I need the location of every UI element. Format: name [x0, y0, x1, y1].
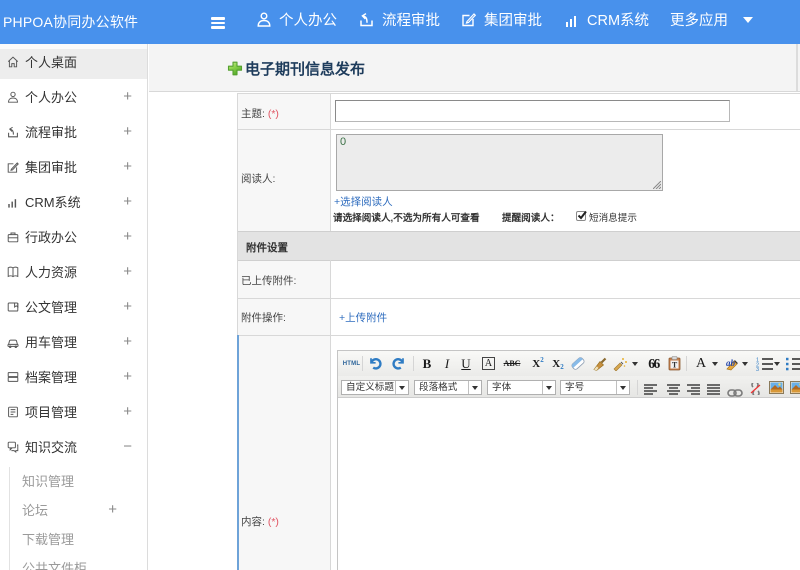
svg-text:T: T — [672, 361, 678, 370]
svg-text:3: 3 — [756, 367, 759, 371]
svg-text:ab: ab — [726, 358, 736, 368]
